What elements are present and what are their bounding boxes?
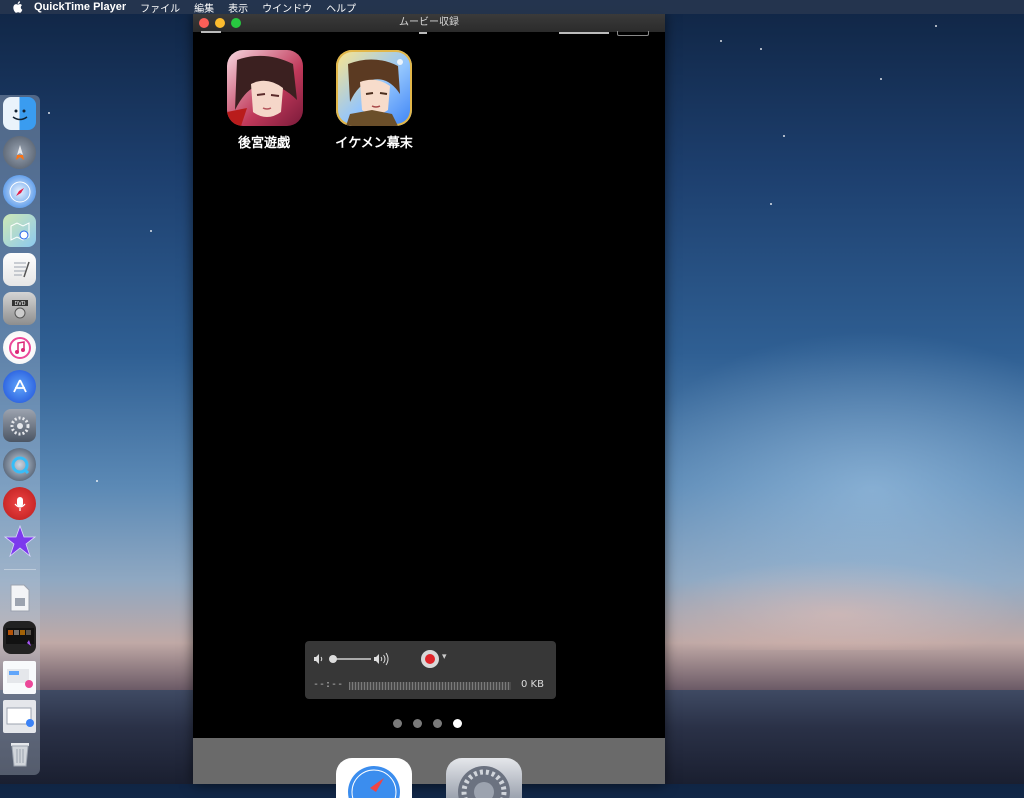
dvd-player-icon[interactable]: DVD [3,292,36,325]
chevron-down-icon[interactable]: ▾ [442,652,447,662]
app-icon-kokyu-yugi[interactable] [227,50,303,126]
audio-level-meter [349,682,511,690]
system-preferences-icon[interactable] [3,409,36,442]
document-icon[interactable] [3,581,36,614]
minimize-button[interactable] [215,18,225,28]
textedit-icon[interactable] [3,253,36,286]
volume-slider-track[interactable] [335,658,371,660]
window-title: ムービー収録 [399,17,459,28]
imovie-icon[interactable] [3,524,36,557]
dock: DVD [0,95,40,775]
menu-bar: QuickTime Player ファイル 編集 表示 ウインドウ ヘルプ [0,0,1024,15]
recording-time: --:-- [313,679,344,690]
settings-icon[interactable] [446,758,522,798]
apple-menu-icon[interactable] [12,1,24,13]
volume-high-icon [374,652,389,666]
page-dot[interactable] [413,719,422,728]
menu-view[interactable]: 表示 [228,0,248,15]
device-dock [193,738,665,798]
menu-app-name[interactable]: QuickTime Player [34,1,126,13]
menu-help[interactable]: ヘルプ [326,0,356,15]
battery-icon [617,31,649,36]
safari-icon[interactable] [3,175,36,208]
device-status-bar [193,31,665,37]
svg-text:DVD: DVD [14,301,25,307]
menu-window[interactable]: ウインドウ [262,0,312,15]
downloads-stack-icon[interactable] [3,621,36,654]
launchpad-icon[interactable] [3,136,36,169]
recording-controls: ▾ --:-- 0 KB [305,641,556,699]
volume-low-icon [314,654,323,664]
volume-slider-knob[interactable] [329,655,337,663]
app-label: 後宮遊戯 [237,136,290,151]
window-titlebar[interactable]: ムービー収録 [193,14,665,32]
voice-memo-icon[interactable] [3,487,36,520]
recording-size: 0 KB [521,679,544,690]
close-button[interactable] [199,18,209,28]
app-label: イケメン幕末 [335,136,413,151]
app-store-icon[interactable] [3,370,36,403]
itunes-icon[interactable] [3,331,36,364]
page-dot-active[interactable] [453,719,462,728]
zoom-button[interactable] [231,18,241,28]
safari-icon[interactable] [336,758,412,798]
menu-edit[interactable]: 編集 [194,0,214,15]
applications-stack-icon[interactable] [3,700,36,733]
record-button[interactable] [421,650,439,668]
finder-icon[interactable] [3,97,36,130]
page-dot[interactable] [393,719,402,728]
page-dot[interactable] [433,719,442,728]
trash-icon[interactable] [3,736,36,769]
quicktime-icon[interactable] [3,448,36,481]
screenshot-stack-icon[interactable] [3,661,36,694]
menu-file[interactable]: ファイル [140,0,180,15]
page-indicator [393,719,465,729]
maps-icon[interactable] [3,214,36,247]
app-icon-ikemen-bakumatsu[interactable] [336,50,412,126]
movie-recording-window: ムービー収録 後宮遊戯 イケメン幕末 ▾ --:-- 0 KB [193,14,665,798]
